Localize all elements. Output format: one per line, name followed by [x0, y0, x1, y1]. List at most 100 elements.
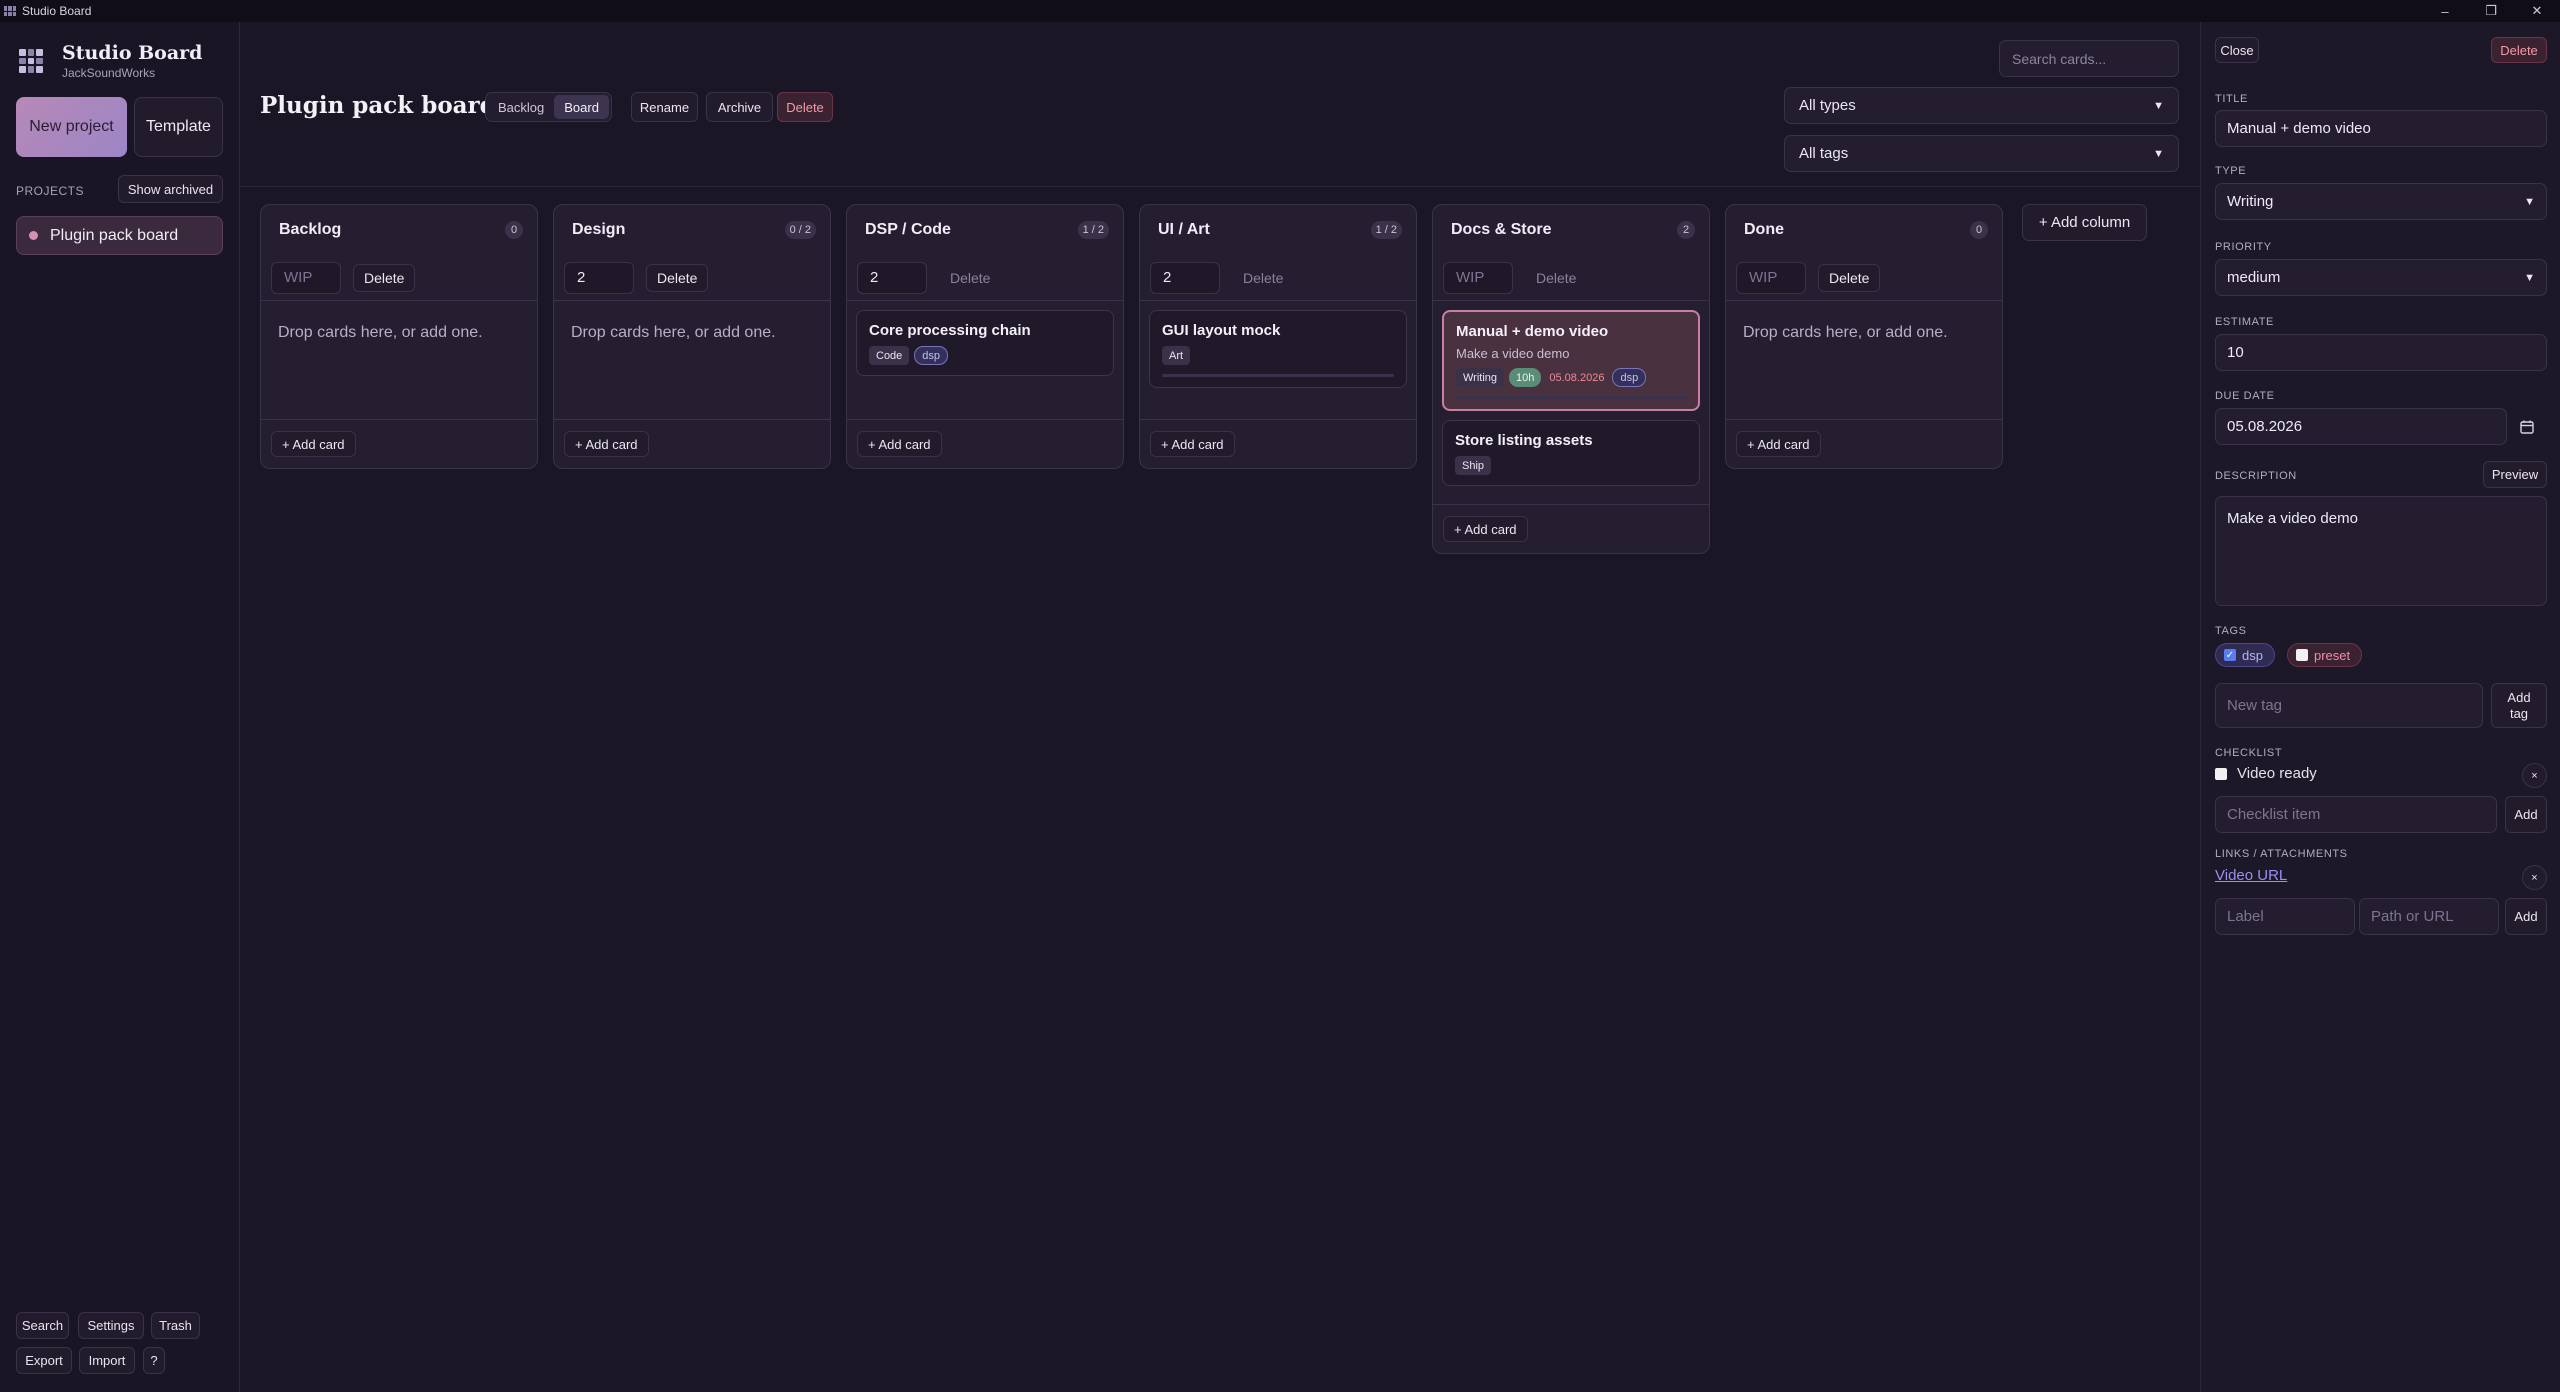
add-card-button[interactable]: + Add card	[1443, 516, 1528, 542]
new-tag-input[interactable]: New tag	[2215, 683, 2483, 728]
link-label-input[interactable]: Label	[2215, 898, 2355, 935]
description-textarea[interactable]: Make a video demo	[2215, 496, 2547, 606]
column-design: Design 0 / 2 2 Delete Drop cards here, o…	[553, 204, 831, 469]
new-project-button[interactable]: New project	[16, 97, 127, 157]
column-done: Done 0 WIP Delete Drop cards here, or ad…	[1725, 204, 2003, 469]
card-core-processing-chain[interactable]: Core processing chain Code dsp	[856, 310, 1114, 376]
empty-column-message: Drop cards here, or add one.	[1743, 324, 1948, 341]
delete-column-button[interactable]: Delete	[646, 263, 709, 292]
archive-button[interactable]: Archive	[706, 92, 773, 122]
tags-label: TAGS	[2215, 625, 2247, 637]
settings-button[interactable]: Settings	[78, 1312, 144, 1339]
chevron-down-icon: ▼	[2153, 99, 2164, 112]
tag-toggle-preset[interactable]: preset	[2287, 643, 2363, 667]
remove-checklist-item-button[interactable]: ×	[2522, 763, 2547, 788]
tag-toggle-dsp[interactable]: ✓ dsp	[2215, 643, 2275, 667]
card-title: Store listing assets	[1455, 432, 1593, 449]
template-button[interactable]: Template	[134, 97, 223, 157]
card-title: Core processing chain	[869, 322, 1031, 339]
title-input[interactable]: Manual + demo video	[2215, 110, 2547, 147]
column-dropzone[interactable]: Drop cards here, or add one.	[1726, 301, 2002, 419]
export-button[interactable]: Export	[16, 1347, 72, 1374]
checkbox-unchecked-icon	[2296, 649, 2308, 661]
due-date-input[interactable]: 05.08.2026	[2215, 408, 2507, 445]
estimate-input[interactable]: 10	[2215, 334, 2547, 371]
page-title: Plugin pack board	[260, 92, 496, 119]
column-title: DSP / Code	[865, 221, 951, 238]
add-link-button[interactable]: Add	[2505, 898, 2547, 935]
import-button[interactable]: Import	[79, 1347, 135, 1374]
add-card-button[interactable]: + Add card	[1150, 431, 1235, 457]
column-dropzone[interactable]: GUI layout mock Art	[1140, 301, 1416, 419]
delete-column-button[interactable]: Delete	[1818, 263, 1881, 292]
column-title: Done	[1744, 221, 1784, 238]
column-count-badge: 0	[1970, 221, 1988, 239]
priority-select[interactable]: medium ▼	[2215, 259, 2547, 296]
maximize-icon[interactable]: ❐	[2468, 0, 2514, 22]
priority-select-value: medium	[2227, 269, 2281, 286]
column-count-badge: 2	[1677, 221, 1695, 239]
view-board-tab[interactable]: Board	[554, 95, 609, 119]
close-icon[interactable]: ✕	[2514, 0, 2560, 22]
delete-column-button[interactable]: Delete	[939, 264, 1001, 292]
brand-subtitle: JackSoundWorks	[62, 66, 156, 80]
card-detail-panel: Close Delete TITLE Manual + demo video T…	[2200, 22, 2560, 1392]
empty-column-message: Drop cards here, or add one.	[278, 324, 483, 341]
delete-column-button[interactable]: Delete	[353, 263, 416, 292]
show-archived-button[interactable]: Show archived	[118, 175, 223, 203]
add-checklist-item-button[interactable]: Add	[2505, 796, 2547, 833]
delete-column-button[interactable]: Delete	[1232, 264, 1294, 292]
add-card-button[interactable]: + Add card	[1736, 431, 1821, 457]
preview-button[interactable]: Preview	[2483, 461, 2547, 488]
search-button[interactable]: Search	[16, 1312, 69, 1339]
link-video-url[interactable]: Video URL	[2215, 867, 2287, 884]
remove-link-button[interactable]: ×	[2522, 865, 2547, 890]
column-title: Design	[572, 221, 626, 238]
sidebar: Studio Board JackSoundWorks New project …	[0, 22, 240, 1392]
app-icon	[4, 6, 16, 16]
type-select[interactable]: Writing ▼	[2215, 183, 2547, 220]
rename-button[interactable]: Rename	[631, 92, 698, 122]
wip-limit-input[interactable]: 2	[857, 261, 927, 294]
wip-limit-input[interactable]: WIP	[271, 261, 341, 294]
checklist-item-input[interactable]: Checklist item	[2215, 796, 2497, 833]
calendar-icon[interactable]	[2515, 415, 2539, 439]
wip-limit-input[interactable]: WIP	[1736, 261, 1806, 294]
column-dropzone[interactable]: Core processing chain Code dsp	[847, 301, 1123, 419]
trash-button[interactable]: Trash	[151, 1312, 200, 1339]
help-button[interactable]: ?	[143, 1347, 165, 1374]
column-dropzone[interactable]: Manual + demo video Make a video demo Wr…	[1433, 301, 1709, 504]
column-count-badge: 1 / 2	[1370, 221, 1402, 239]
view-backlog-tab[interactable]: Backlog	[488, 95, 554, 119]
link-url-input[interactable]: Path or URL	[2359, 898, 2499, 935]
add-column-button[interactable]: + Add column	[2022, 204, 2147, 241]
delete-card-button[interactable]: Delete	[2491, 37, 2547, 63]
column-dropzone[interactable]: Drop cards here, or add one.	[261, 301, 537, 419]
project-color-dot	[29, 231, 38, 240]
wip-limit-input[interactable]: 2	[564, 261, 634, 294]
minimize-icon[interactable]: –	[2422, 0, 2468, 22]
card-due-date: 05.08.2026	[1549, 371, 1605, 384]
card-manual-demo-video[interactable]: Manual + demo video Make a video demo Wr…	[1442, 310, 1700, 411]
type-filter-select[interactable]: All types ▼	[1784, 87, 2179, 124]
delete-column-button[interactable]: Delete	[1525, 264, 1587, 292]
search-cards-input[interactable]: Search cards...	[1999, 40, 2179, 77]
column-title: UI / Art	[1158, 221, 1210, 238]
chevron-down-icon: ▼	[2524, 271, 2535, 284]
card-type-chip: Writing	[1456, 368, 1505, 387]
tag-filter-select[interactable]: All tags ▼	[1784, 135, 2179, 172]
checklist-checkbox[interactable]	[2215, 767, 2227, 780]
column-backlog: Backlog 0 WIP Delete Drop cards here, or…	[260, 204, 538, 469]
project-item-plugin-pack-board[interactable]: Plugin pack board	[16, 216, 223, 255]
column-dropzone[interactable]: Drop cards here, or add one.	[554, 301, 830, 419]
add-card-button[interactable]: + Add card	[857, 431, 942, 457]
close-panel-button[interactable]: Close	[2215, 37, 2259, 63]
card-store-listing-assets[interactable]: Store listing assets Ship	[1442, 420, 1700, 486]
add-card-button[interactable]: + Add card	[564, 431, 649, 457]
add-card-button[interactable]: + Add card	[271, 431, 356, 457]
card-gui-layout-mock[interactable]: GUI layout mock Art	[1149, 310, 1407, 388]
wip-limit-input[interactable]: 2	[1150, 261, 1220, 294]
delete-board-button[interactable]: Delete	[777, 92, 833, 122]
add-tag-button[interactable]: Add tag	[2491, 683, 2547, 728]
wip-limit-input[interactable]: WIP	[1443, 261, 1513, 294]
